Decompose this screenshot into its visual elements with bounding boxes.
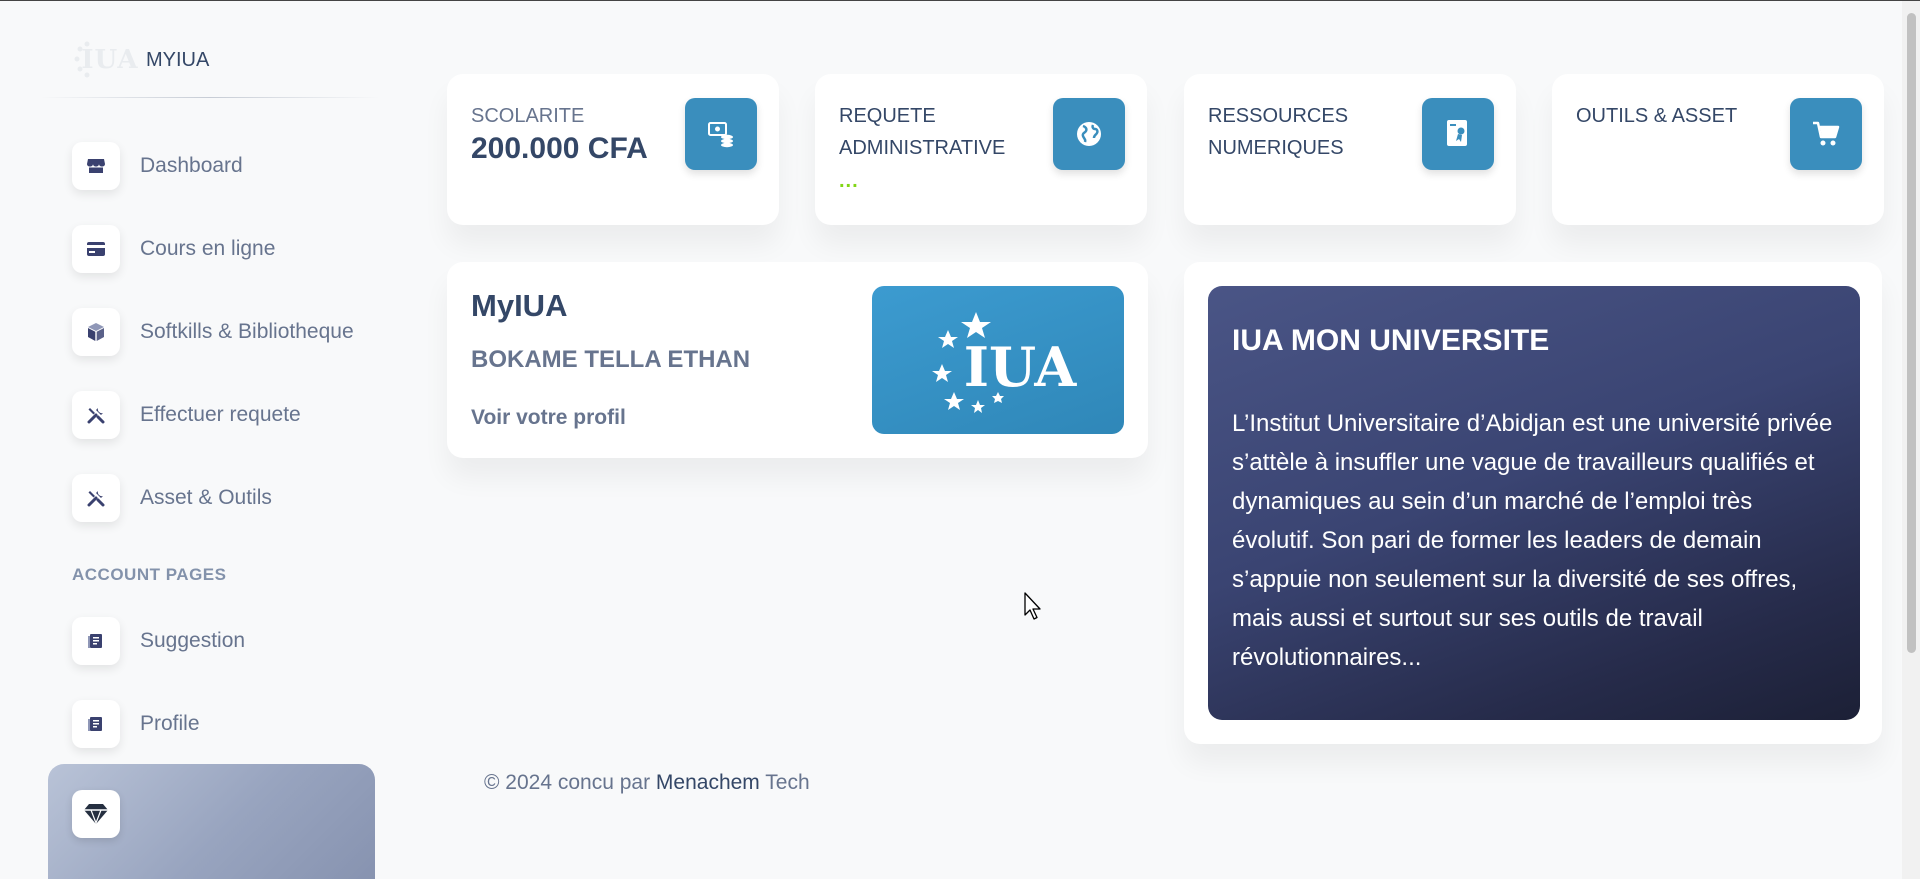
page-scrollbar[interactable] bbox=[1902, 1, 1920, 879]
sidebar-item-label: Effectuer requete bbox=[140, 403, 301, 426]
diamond-icon[interactable] bbox=[72, 790, 120, 838]
cart-icon bbox=[1790, 98, 1862, 170]
brand[interactable]: IUA MYIUA bbox=[74, 39, 209, 81]
stat-card-ressources[interactable]: RESSOURCES NUMERIQUES bbox=[1184, 74, 1516, 225]
sidebar-item-profile[interactable]: Profile bbox=[72, 700, 245, 748]
sidebar-item-effectuer-requete[interactable]: Effectuer requete bbox=[72, 391, 392, 439]
profile-card: MyIUA BOKAME TELLA ETHAN Voir votre prof… bbox=[447, 262, 1148, 458]
sidebar-item-suggestion[interactable]: Suggestion bbox=[72, 617, 245, 665]
paper-diploma-icon bbox=[1422, 98, 1494, 170]
student-name: BOKAME TELLA ETHAN bbox=[471, 346, 751, 373]
sidebar-item-label: Cours en ligne bbox=[140, 237, 276, 260]
sidebar-nav: Dashboard Cours en ligne Softkills & Bib… bbox=[72, 142, 392, 557]
sidebar-item-label: Asset & Outils bbox=[140, 486, 272, 509]
stat-title: SCOLARITE bbox=[471, 105, 585, 127]
sidebar-item-softkills[interactable]: Softkills & Bibliotheque bbox=[72, 308, 392, 356]
document-icon bbox=[72, 617, 120, 665]
footer-suffix: Tech bbox=[759, 771, 810, 794]
iua-stars-logo-icon: IUA bbox=[932, 312, 1078, 413]
money-coins-icon bbox=[685, 98, 757, 170]
brand-logo: IUA bbox=[74, 39, 138, 81]
stat-card-scolarite[interactable]: SCOLARITE 200.000 CFA bbox=[447, 74, 779, 225]
sidebar-divider bbox=[40, 97, 380, 98]
stat-title: OUTILS & ASSET bbox=[1576, 105, 1738, 127]
university-description: L’Institut Universitaire d’Abidjan est u… bbox=[1232, 410, 1833, 671]
footer-author-link[interactable]: Menachem bbox=[656, 771, 760, 794]
sidebar-item-label: Dashboard bbox=[140, 154, 243, 177]
university-title: IUA MON UNIVERSITE bbox=[1232, 324, 1550, 357]
document-icon bbox=[72, 700, 120, 748]
box-icon bbox=[72, 308, 120, 356]
world-icon bbox=[1053, 98, 1125, 170]
profile-app-name: MyIUA bbox=[471, 288, 568, 323]
tools-icon bbox=[72, 474, 120, 522]
sidebar-item-dashboard[interactable]: Dashboard bbox=[72, 142, 392, 190]
account-nav: Suggestion Profile bbox=[72, 617, 245, 783]
brand-logo-text: IUA bbox=[81, 45, 139, 75]
scrollbar-thumb[interactable] bbox=[1907, 13, 1916, 653]
stat-value: ... bbox=[839, 170, 859, 192]
stat-card-outils[interactable]: OUTILS & ASSET bbox=[1552, 74, 1884, 225]
sidebar-item-label: Profile bbox=[140, 712, 200, 735]
sidebar-item-label: Suggestion bbox=[140, 629, 246, 652]
shop-icon bbox=[72, 142, 120, 190]
tools-icon bbox=[72, 391, 120, 439]
footer-prefix: © 2024 concu par bbox=[484, 771, 656, 794]
iua-logo-image: IUA bbox=[872, 286, 1124, 434]
help-card bbox=[48, 764, 375, 879]
stat-card-requete[interactable]: REQUETE ADMINISTRATIVE ... bbox=[815, 74, 1147, 225]
sidebar-item-label: Softkills & Bibliotheque bbox=[140, 320, 354, 343]
footer: © 2024 concu par Menachem Tech bbox=[484, 771, 810, 795]
sidebar: IUA MYIUA Dashboard Cours en ligne Softk… bbox=[0, 1, 390, 879]
account-pages-heading: ACCOUNT PAGES bbox=[72, 565, 227, 584]
university-banner: IUA MON UNIVERSITE L’Institut Universita… bbox=[1208, 286, 1860, 720]
credit-card-icon bbox=[72, 225, 120, 273]
sidebar-item-cours-en-ligne[interactable]: Cours en ligne bbox=[72, 225, 392, 273]
stat-title: RESSOURCES NUMERIQUES bbox=[1208, 105, 1349, 159]
brand-name: MYIUA bbox=[146, 48, 210, 71]
iua-logo-text: IUA bbox=[964, 335, 1078, 399]
sidebar-item-asset-outils[interactable]: Asset & Outils bbox=[72, 474, 392, 522]
university-card: IUA MON UNIVERSITE L’Institut Universita… bbox=[1184, 262, 1882, 744]
stat-value: 200.000 CFA bbox=[471, 132, 648, 165]
stat-title: REQUETE ADMINISTRATIVE bbox=[839, 105, 1006, 159]
view-profile-link[interactable]: Voir votre profil bbox=[471, 406, 626, 430]
mouse-cursor-icon bbox=[1024, 592, 1041, 620]
